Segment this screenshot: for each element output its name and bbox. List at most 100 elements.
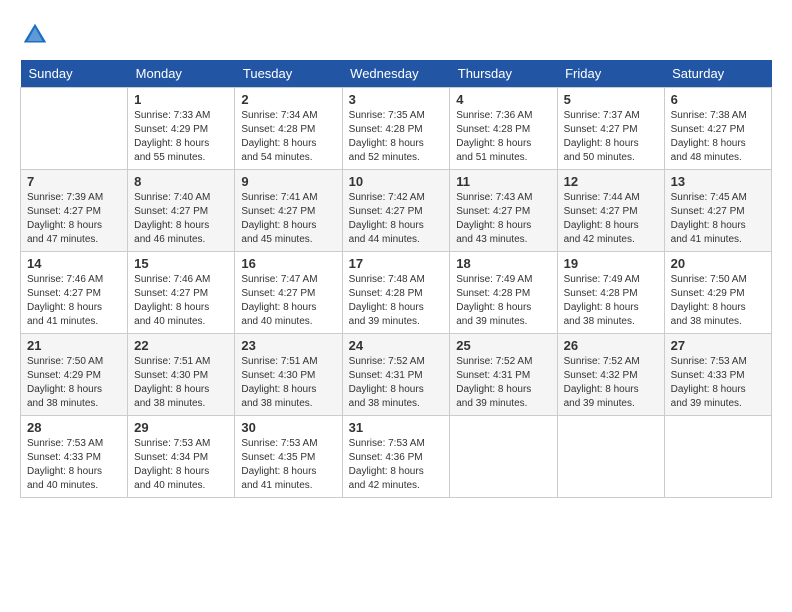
day-number: 28 (27, 420, 121, 435)
day-info: Sunrise: 7:51 AM Sunset: 4:30 PM Dayligh… (134, 355, 228, 411)
calendar-cell: 25 Sunrise: 7:52 AM Sunset: 4:31 PM Dayli… (450, 334, 557, 416)
day-number: 18 (456, 256, 550, 271)
day-info: Sunrise: 7:51 AM Sunset: 4:30 PM Dayligh… (241, 355, 335, 411)
calendar-cell: 10 Sunrise: 7:42 AM Sunset: 4:27 PM Dayli… (342, 170, 450, 252)
calendar-cell: 4 Sunrise: 7:36 AM Sunset: 4:28 PM Daylig… (450, 88, 557, 170)
calendar-cell: 6Sunrise: 7:38 AM Sunset: 4:27 PM Daylig… (664, 88, 771, 170)
calendar-body: 1 Sunrise: 7:33 AM Sunset: 4:29 PM Daylig… (21, 88, 772, 498)
day-number: 5 (564, 92, 658, 107)
day-number: 1 (134, 92, 228, 107)
calendar-cell: 9 Sunrise: 7:41 AM Sunset: 4:27 PM Daylig… (235, 170, 342, 252)
day-info: Sunrise: 7:53 AM Sunset: 4:36 PM Dayligh… (349, 437, 444, 493)
day-info: Sunrise: 7:33 AM Sunset: 4:29 PM Dayligh… (134, 109, 228, 165)
day-number: 22 (134, 338, 228, 353)
calendar-header-tuesday: Tuesday (235, 60, 342, 88)
day-number: 4 (456, 92, 550, 107)
calendar-cell: 7 Sunrise: 7:39 AM Sunset: 4:27 PM Daylig… (21, 170, 128, 252)
day-number: 9 (241, 174, 335, 189)
day-info: Sunrise: 7:53 AM Sunset: 4:34 PM Dayligh… (134, 437, 228, 493)
day-info: Sunrise: 7:37 AM Sunset: 4:27 PM Dayligh… (564, 109, 658, 165)
calendar-header-saturday: Saturday (664, 60, 771, 88)
calendar-cell: 20Sunrise: 7:50 AM Sunset: 4:29 PM Dayli… (664, 252, 771, 334)
day-number: 27 (671, 338, 765, 353)
calendar-cell: 5 Sunrise: 7:37 AM Sunset: 4:27 PM Daylig… (557, 88, 664, 170)
calendar-cell: 30Sunrise: 7:53 AM Sunset: 4:35 PM Dayli… (235, 416, 342, 498)
day-info: Sunrise: 7:49 AM Sunset: 4:28 PM Dayligh… (456, 273, 550, 329)
calendar-week-5: 28 Sunrise: 7:53 AM Sunset: 4:33 PM Dayli… (21, 416, 772, 498)
calendar-cell: 3Sunrise: 7:35 AM Sunset: 4:28 PM Daylig… (342, 88, 450, 170)
calendar-cell: 15 Sunrise: 7:46 AM Sunset: 4:27 PM Dayli… (128, 252, 235, 334)
calendar-header-thursday: Thursday (450, 60, 557, 88)
day-number: 16 (241, 256, 335, 271)
calendar-cell: 19 Sunrise: 7:49 AM Sunset: 4:28 PM Dayli… (557, 252, 664, 334)
day-number: 3 (349, 92, 444, 107)
day-info: Sunrise: 7:50 AM Sunset: 4:29 PM Dayligh… (671, 273, 765, 329)
day-number: 14 (27, 256, 121, 271)
day-info: Sunrise: 7:40 AM Sunset: 4:27 PM Dayligh… (134, 191, 228, 247)
day-number: 30 (241, 420, 335, 435)
calendar-cell (450, 416, 557, 498)
calendar-cell: 22 Sunrise: 7:51 AM Sunset: 4:30 PM Dayli… (128, 334, 235, 416)
calendar-week-3: 14 Sunrise: 7:46 AM Sunset: 4:27 PM Dayli… (21, 252, 772, 334)
day-number: 2 (241, 92, 335, 107)
day-number: 7 (27, 174, 121, 189)
day-info: Sunrise: 7:52 AM Sunset: 4:31 PM Dayligh… (456, 355, 550, 411)
day-number: 17 (349, 256, 444, 271)
day-number: 26 (564, 338, 658, 353)
day-info: Sunrise: 7:48 AM Sunset: 4:28 PM Dayligh… (349, 273, 444, 329)
calendar-cell: 12Sunrise: 7:44 AM Sunset: 4:27 PM Dayli… (557, 170, 664, 252)
day-info: Sunrise: 7:47 AM Sunset: 4:27 PM Dayligh… (241, 273, 335, 329)
calendar-cell: 21 Sunrise: 7:50 AM Sunset: 4:29 PM Dayli… (21, 334, 128, 416)
calendar-cell: 29 Sunrise: 7:53 AM Sunset: 4:34 PM Dayli… (128, 416, 235, 498)
day-number: 29 (134, 420, 228, 435)
calendar-week-1: 1 Sunrise: 7:33 AM Sunset: 4:29 PM Daylig… (21, 88, 772, 170)
day-info: Sunrise: 7:49 AM Sunset: 4:28 PM Dayligh… (564, 273, 658, 329)
calendar-cell (21, 88, 128, 170)
day-info: Sunrise: 7:46 AM Sunset: 4:27 PM Dayligh… (27, 273, 121, 329)
calendar-cell: 2 Sunrise: 7:34 AM Sunset: 4:28 PM Daylig… (235, 88, 342, 170)
day-info: Sunrise: 7:43 AM Sunset: 4:27 PM Dayligh… (456, 191, 550, 247)
day-info: Sunrise: 7:34 AM Sunset: 4:28 PM Dayligh… (241, 109, 335, 165)
day-number: 11 (456, 174, 550, 189)
calendar: SundayMondayTuesdayWednesdayThursdayFrid… (20, 60, 772, 498)
day-info: Sunrise: 7:53 AM Sunset: 4:33 PM Dayligh… (27, 437, 121, 493)
day-number: 19 (564, 256, 658, 271)
calendar-week-4: 21 Sunrise: 7:50 AM Sunset: 4:29 PM Dayli… (21, 334, 772, 416)
calendar-cell (557, 416, 664, 498)
logo (20, 20, 54, 50)
day-number: 23 (241, 338, 335, 353)
day-info: Sunrise: 7:36 AM Sunset: 4:28 PM Dayligh… (456, 109, 550, 165)
day-number: 8 (134, 174, 228, 189)
day-info: Sunrise: 7:52 AM Sunset: 4:32 PM Dayligh… (564, 355, 658, 411)
calendar-cell: 17 Sunrise: 7:48 AM Sunset: 4:28 PM Dayli… (342, 252, 450, 334)
day-info: Sunrise: 7:41 AM Sunset: 4:27 PM Dayligh… (241, 191, 335, 247)
calendar-cell: 1 Sunrise: 7:33 AM Sunset: 4:29 PM Daylig… (128, 88, 235, 170)
logo-icon (20, 20, 50, 50)
day-info: Sunrise: 7:46 AM Sunset: 4:27 PM Dayligh… (134, 273, 228, 329)
day-number: 13 (671, 174, 765, 189)
calendar-cell: 31 Sunrise: 7:53 AM Sunset: 4:36 PM Dayli… (342, 416, 450, 498)
day-number: 15 (134, 256, 228, 271)
day-number: 31 (349, 420, 444, 435)
calendar-cell (664, 416, 771, 498)
calendar-cell: 14 Sunrise: 7:46 AM Sunset: 4:27 PM Dayli… (21, 252, 128, 334)
day-info: Sunrise: 7:50 AM Sunset: 4:29 PM Dayligh… (27, 355, 121, 411)
day-number: 24 (349, 338, 444, 353)
day-number: 6 (671, 92, 765, 107)
calendar-cell: 11 Sunrise: 7:43 AM Sunset: 4:27 PM Dayli… (450, 170, 557, 252)
day-number: 21 (27, 338, 121, 353)
calendar-cell: 18 Sunrise: 7:49 AM Sunset: 4:28 PM Dayli… (450, 252, 557, 334)
day-number: 25 (456, 338, 550, 353)
calendar-header-friday: Friday (557, 60, 664, 88)
calendar-header-wednesday: Wednesday (342, 60, 450, 88)
day-number: 10 (349, 174, 444, 189)
calendar-week-2: 7 Sunrise: 7:39 AM Sunset: 4:27 PM Daylig… (21, 170, 772, 252)
day-info: Sunrise: 7:42 AM Sunset: 4:27 PM Dayligh… (349, 191, 444, 247)
calendar-cell: 27 Sunrise: 7:53 AM Sunset: 4:33 PM Dayli… (664, 334, 771, 416)
calendar-cell: 24 Sunrise: 7:52 AM Sunset: 4:31 PM Dayli… (342, 334, 450, 416)
day-info: Sunrise: 7:39 AM Sunset: 4:27 PM Dayligh… (27, 191, 121, 247)
day-info: Sunrise: 7:53 AM Sunset: 4:33 PM Dayligh… (671, 355, 765, 411)
day-info: Sunrise: 7:52 AM Sunset: 4:31 PM Dayligh… (349, 355, 444, 411)
day-info: Sunrise: 7:44 AM Sunset: 4:27 PM Dayligh… (564, 191, 658, 247)
calendar-cell: 13Sunrise: 7:45 AM Sunset: 4:27 PM Dayli… (664, 170, 771, 252)
